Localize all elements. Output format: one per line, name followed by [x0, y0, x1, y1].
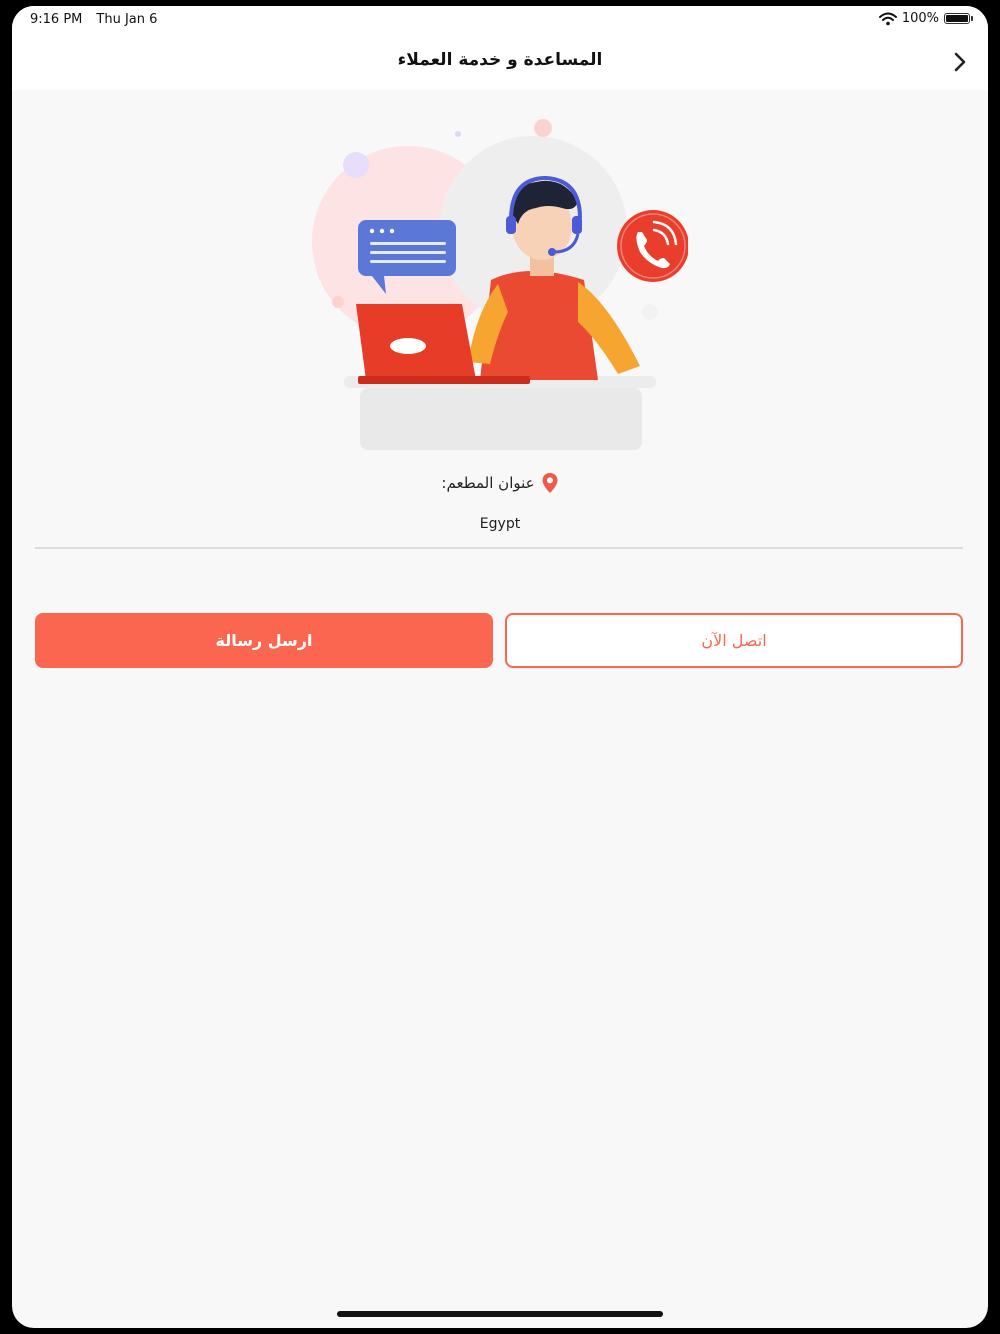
restaurant-address-row: عنوان المطعم:	[12, 472, 988, 494]
status-time: 9:16 PM	[30, 12, 83, 27]
send-message-button[interactable]: ارسل رسالة	[35, 613, 493, 668]
battery-icon	[944, 13, 973, 24]
battery-percent: 100%	[901, 11, 939, 26]
app-screen: 9:16 PM Thu Jan 6 100% المساعدة و خدمة ا…	[12, 6, 988, 1328]
status-bar: 9:16 PM Thu Jan 6 100%	[12, 6, 988, 34]
wifi-icon	[878, 12, 897, 25]
divider	[35, 547, 963, 549]
phone-icon	[617, 210, 688, 282]
address-value: Egypt	[479, 516, 521, 532]
home-indicator	[337, 1311, 663, 1317]
chevron-right-icon[interactable]	[946, 48, 974, 76]
map-pin-icon	[542, 473, 558, 493]
address-label: عنوان المطعم:	[441, 474, 535, 492]
status-date: Thu Jan 6	[96, 12, 158, 27]
nav-bar: المساعدة و خدمة العملاء	[12, 34, 988, 90]
status-right: 100%	[878, 11, 973, 26]
status-left: 9:16 PM Thu Jan 6	[30, 12, 157, 27]
call-now-button[interactable]: اتصل الآن	[505, 613, 963, 668]
page-title: المساعدة و خدمة العملاء	[397, 50, 603, 70]
customer-support-illustration	[312, 119, 688, 450]
